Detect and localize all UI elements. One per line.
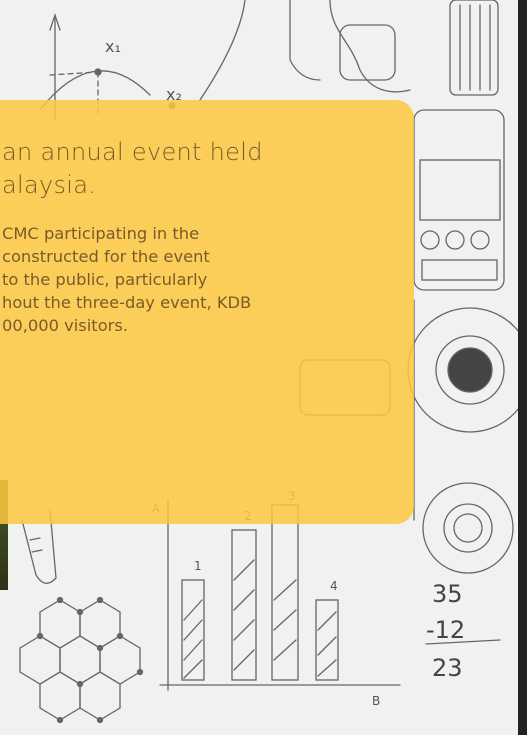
right-frame-edge: [518, 0, 527, 735]
bar4-label: 4: [330, 579, 338, 593]
card-body-line-2: constructed for the event: [2, 247, 210, 266]
card-body-line-4: hout the three-day event, KDB: [2, 293, 252, 312]
info-card: an annual event held alaysia. CMC partic…: [0, 100, 414, 524]
sum-result: 23: [432, 654, 463, 682]
screenshot-stage: x₁ x₂ 1 4 B 35 -12 23 an annual event he…: [0, 0, 527, 735]
sum-top: 35: [432, 580, 463, 608]
card-body-line-3: to the public, particularly: [2, 270, 208, 289]
card-body: CMC participating in the constructed for…: [2, 222, 390, 337]
card-title: an annual event held alaysia.: [2, 136, 390, 202]
subtraction-sketch: 35 -12 23: [425, 580, 501, 682]
card-body-line-5: 00,000 visitors.: [2, 316, 129, 335]
card-title-line-2: alaysia.: [2, 171, 97, 199]
card-title-line-1: an annual event held: [2, 138, 263, 166]
bar1-label: 1: [194, 559, 202, 573]
axis-b-label: B: [372, 694, 380, 708]
card-body-line-1: CMC participating in the: [2, 224, 200, 243]
x1-label: x₁: [105, 37, 121, 56]
molecule-sketch: [19, 596, 144, 724]
sum-mid: -12: [426, 616, 465, 644]
